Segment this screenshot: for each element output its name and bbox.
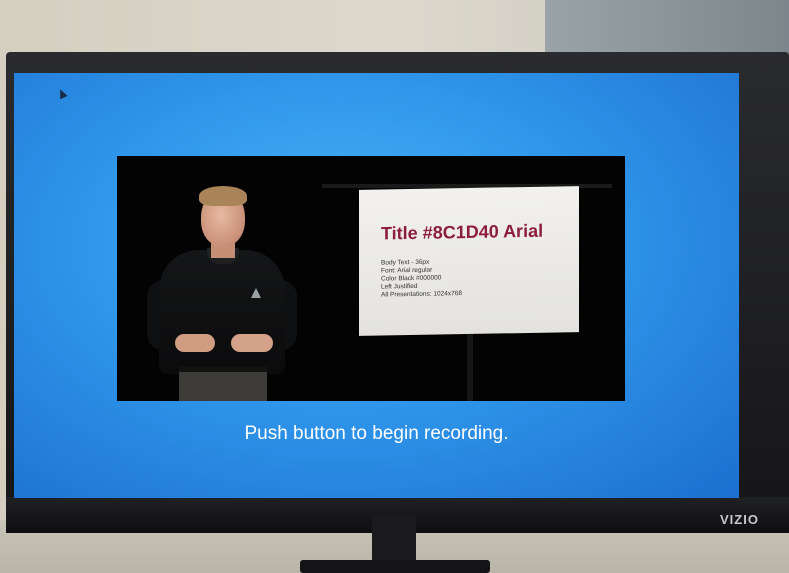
background-doorway (545, 0, 789, 60)
tv-brand-logo: VIZIO (720, 512, 759, 527)
presenter-pants (179, 368, 267, 401)
presenter (147, 184, 317, 401)
slide-title: Title #8C1D40 Arial (381, 220, 544, 244)
presenter-hand-right (231, 334, 273, 352)
presentation-slide: Title #8C1D40 Arial Body Text - 36px Fon… (359, 186, 579, 336)
shirt-logo-icon (251, 288, 261, 298)
presenter-shirt (159, 250, 285, 374)
slide-body: Body Text - 36px Font: Arial regular Col… (381, 258, 462, 299)
preview-video: Title #8C1D40 Arial Body Text - 36px Fon… (117, 156, 625, 401)
slide-body-line: All Presentations: 1024x768 (381, 290, 462, 299)
recording-instruction: Push button to begin recording. (244, 423, 509, 444)
tv-stand-base (300, 560, 490, 573)
presenter-belt (179, 366, 267, 372)
presenter-hand-left (175, 334, 215, 352)
presenter-hair (199, 186, 247, 206)
mouse-cursor-icon (56, 87, 68, 100)
tv-screen: Title #8C1D40 Arial Body Text - 36px Fon… (14, 73, 739, 498)
projection-screen-pole (467, 334, 473, 401)
